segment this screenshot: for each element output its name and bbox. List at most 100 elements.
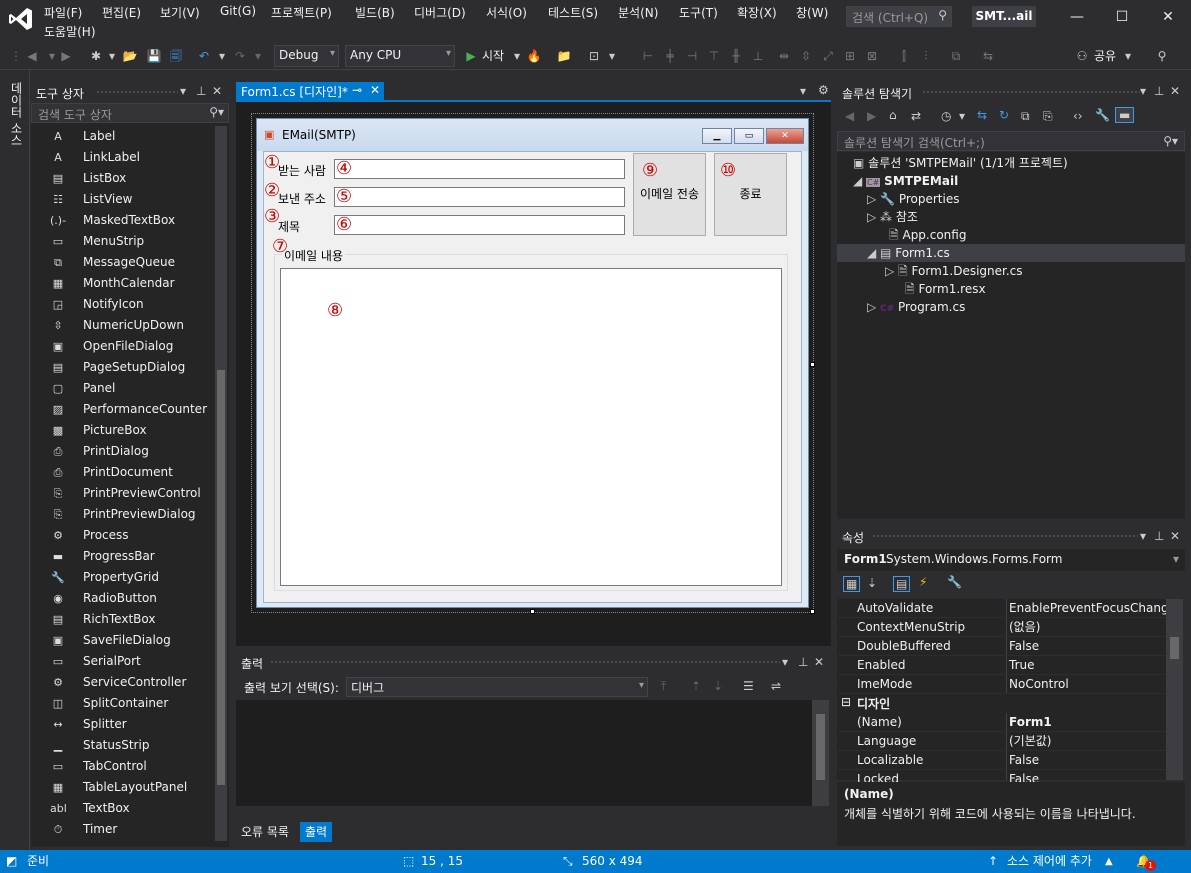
properties-object-select[interactable]: Form1 System.Windows.Forms.Form ▾ (837, 549, 1185, 571)
toolbox-item[interactable]: ⏱ Timer (50, 819, 210, 840)
toolbox-item[interactable]: ↔ Splitter (50, 714, 210, 735)
share-button[interactable]: 공유 (1094, 47, 1116, 64)
pin-icon[interactable]: ⊥ (798, 655, 808, 669)
dropdown-icon[interactable]: ▾ (800, 84, 806, 98)
menu-help[interactable]: 도움말(H) (44, 23, 96, 40)
pin-icon[interactable]: ⊥ (196, 84, 206, 98)
resize-handle[interactable] (810, 609, 815, 614)
output-scrollbar[interactable] (812, 700, 829, 806)
property-value[interactable]: (기본값) (1009, 732, 1051, 751)
tab-error-list[interactable]: 오류 목록 (236, 822, 294, 842)
pending-changes-icon[interactable]: ◷ (941, 109, 951, 123)
tree-program[interactable]: ▷ C# Program.cs (867, 298, 965, 316)
show-all-files-icon[interactable]: ⎘ (1043, 109, 1053, 124)
toolbox-item[interactable]: ▬ ProgressBar (50, 546, 210, 567)
toolbox-item[interactable]: ⎘ PrintPreviewControl (50, 483, 210, 504)
subject-input[interactable] (334, 215, 625, 235)
menu-project[interactable]: 프로젝트(P) (271, 4, 332, 21)
property-row[interactable]: Language (기본값) (838, 732, 1166, 751)
output-source-select[interactable]: 디버그 ▾ (346, 677, 648, 697)
tree-references[interactable]: ▷ ⁂ 참조 (867, 208, 918, 226)
toolbox-item[interactable]: A Label (50, 126, 210, 147)
category-design[interactable]: ⊟ 디자인 (838, 694, 1166, 713)
data-sources-tab[interactable]: 데이터 소스 (8, 82, 25, 146)
clear-all-icon[interactable]: ☰ (743, 679, 754, 693)
tree-form1[interactable]: ◢ ▤ Form1.cs (837, 244, 1185, 262)
share-icon[interactable]: ⚇ (1074, 47, 1090, 65)
tree-app-config[interactable]: 🗎 App.config (889, 226, 966, 244)
new-project-icon[interactable]: ✱ (88, 47, 104, 65)
dropdown-icon[interactable]: ▾ (1120, 47, 1136, 65)
property-row[interactable]: Localizable False (838, 751, 1166, 770)
form1-window[interactable]: ▣ EMail(SMTP) ▁ ▭ ✕ 받는 사람 보낸 주소 제목 이메일 전… (256, 118, 809, 608)
toolbox-item[interactable]: ⎘ PrintPreviewDialog (50, 504, 210, 525)
dropdown-icon[interactable]: ▾ (604, 47, 620, 65)
close-icon[interactable]: ✕ (1170, 529, 1180, 543)
align-centers-icon[interactable]: ╪ (662, 47, 678, 65)
view-code-icon[interactable]: ‹› (1073, 109, 1083, 123)
spacing-icon[interactable]: ⫿ (896, 47, 912, 65)
properties-icon[interactable]: ▤ (893, 576, 911, 592)
collapse-all-icon[interactable]: ⧉ (1021, 109, 1030, 124)
find-message-icon[interactable]: ⤒ (661, 679, 666, 694)
lock-controls-icon[interactable]: ⊠ (864, 47, 880, 65)
previous-message-icon[interactable]: ⇡ (691, 679, 701, 693)
toolbox-item[interactable]: ◫ SplitContainer (50, 693, 210, 714)
properties-wrench-icon[interactable]: 🔧 (1095, 108, 1110, 122)
tree-form1-resx[interactable]: 🗎 Form1.resx (905, 280, 986, 298)
property-value[interactable]: NoControl (1009, 675, 1069, 694)
menu-analyze[interactable]: 분석(N) (618, 4, 658, 21)
property-row[interactable]: DoubleBuffered False (838, 637, 1166, 656)
tab-order-icon[interactable]: ⇆ (980, 47, 996, 65)
dropdown-icon[interactable]: ▾ (1140, 84, 1146, 98)
next-message-icon[interactable]: ⇣ (713, 679, 723, 693)
align-bottoms-icon[interactable]: ⊥ (750, 47, 766, 65)
sync-icon[interactable]: ⇆ (977, 108, 987, 122)
same-size-icon[interactable]: ⤢ (820, 47, 836, 65)
maximize-icon[interactable]: ☐ (1112, 8, 1132, 26)
size-to-grid-icon[interactable]: ⊞ (842, 47, 858, 65)
toolbox-item[interactable]: ▣ OpenFileDialog (50, 336, 210, 357)
menu-edit[interactable]: 편집(E) (102, 4, 141, 21)
toolbox-item[interactable]: ▦ TableLayoutPanel (50, 777, 210, 798)
toolbox-item[interactable]: ⎙ PrintDocument (50, 462, 210, 483)
close-icon[interactable]: ✕ (814, 655, 824, 669)
dropdown-icon[interactable]: ▾ (782, 655, 788, 669)
property-row[interactable]: Enabled True (838, 656, 1166, 675)
output-text-area[interactable] (236, 700, 812, 806)
same-height-icon[interactable]: ⇳ (798, 47, 814, 65)
tab-output[interactable]: 출력 (300, 822, 333, 842)
switch-views-icon[interactable]: ⇄ (911, 109, 921, 123)
menu-file[interactable]: 파일(F) (44, 4, 82, 21)
undo-icon[interactable]: ↶ (196, 47, 212, 65)
solution-search-input[interactable]: 솔루션 탐색기 검색(Ctrl+;) ⚲▾ (837, 131, 1185, 151)
tree-project[interactable]: ◢ C# SMTPEMail (853, 172, 958, 190)
spacing-icon[interactable]: ⫶ (918, 47, 934, 65)
toolbox-item[interactable]: ⇳ NumericUpDown (50, 315, 210, 336)
open-folder-icon[interactable]: 📂 (122, 47, 138, 65)
minimize-icon[interactable]: — (1067, 8, 1087, 26)
property-row[interactable]: ImeMode NoControl (838, 675, 1166, 694)
dropdown-icon[interactable]: ▾ (214, 47, 230, 65)
forward-icon[interactable]: ▶ (867, 109, 876, 123)
toolbox-item[interactable]: ☷ ListView (50, 189, 210, 210)
drag-grip[interactable] (922, 90, 1140, 94)
resize-handle[interactable] (530, 609, 535, 614)
align-tops-icon[interactable]: ⊤ (706, 47, 722, 65)
dropdown-icon[interactable]: ▾ (250, 47, 266, 65)
close-window-icon[interactable]: ✕ (1158, 8, 1178, 26)
dropdown-icon[interactable]: ▾ (509, 47, 525, 65)
forward-icon[interactable]: ▶ (58, 47, 74, 65)
menu-extensions[interactable]: 확장(X) (737, 4, 777, 21)
property-row[interactable]: (Name) Form1 (838, 713, 1166, 732)
configuration-select[interactable]: Debug ▾ (274, 45, 339, 67)
tree-form1-designer[interactable]: ▷ 🗎 Form1.Designer.cs (885, 262, 1023, 280)
sender-input[interactable] (334, 187, 625, 207)
toolbox-item[interactable]: ▣ SaveFileDialog (50, 630, 210, 651)
menu-tools[interactable]: 도구(T) (679, 4, 718, 21)
toolbox-item[interactable]: ◉ RadioButton (50, 588, 210, 609)
same-width-icon[interactable]: ⇹ (776, 47, 792, 65)
toolbox-item[interactable]: ▨ PerformanceCounter (50, 399, 210, 420)
tree-solution[interactable]: ▣ 솔루션 'SMTPEMail' (1/1개 프로젝트) (853, 154, 1068, 172)
toolbox-item[interactable]: ▤ PageSetupDialog (50, 357, 210, 378)
